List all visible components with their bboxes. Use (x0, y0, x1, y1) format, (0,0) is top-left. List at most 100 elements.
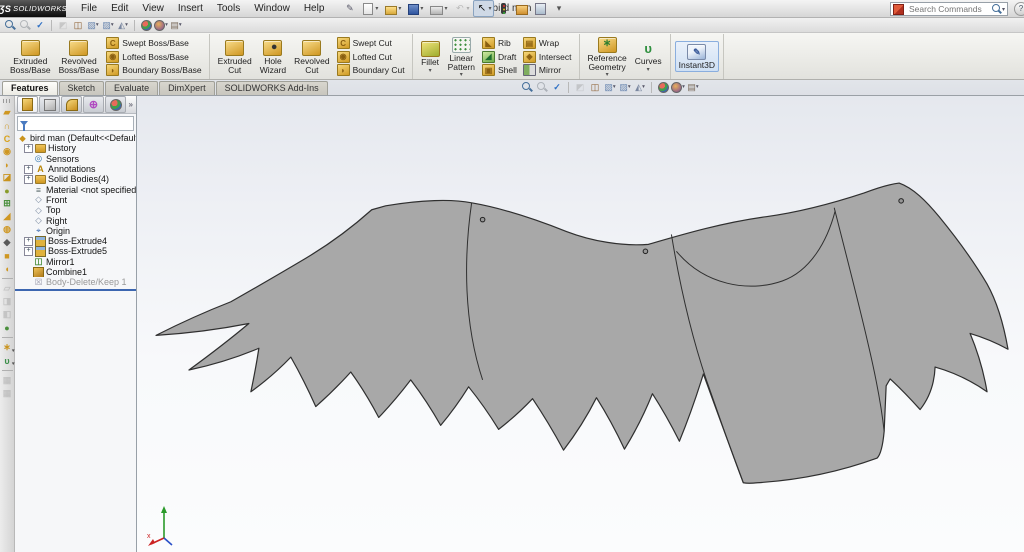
dropdown-caret[interactable]: ▾ (682, 84, 685, 90)
bird-man-silhouette[interactable] (155, 182, 1009, 484)
rollback-bar[interactable] (15, 289, 136, 292)
options-button[interactable] (513, 0, 531, 17)
expand-toggle[interactable]: + (24, 143, 33, 153)
save-button[interactable]: ▾ (405, 0, 426, 17)
search-input[interactable] (907, 3, 992, 15)
tree-item-boss-extrude4[interactable]: + Boss-Extrude4 (15, 235, 136, 247)
linear-pattern-button[interactable]: Linear Pattern ▾ (444, 34, 479, 79)
dropdown-caret[interactable]: ▾ (466, 5, 469, 12)
view-settings-button[interactable]: ▾ (169, 19, 183, 31)
expand-toggle[interactable]: + (24, 236, 33, 246)
tree-item-material-not-specified[interactable]: Material <not specified> (15, 184, 136, 195)
bird-man-model[interactable] (137, 96, 1024, 552)
apply-scene-button[interactable]: ▾ (154, 19, 168, 31)
tree-item-bird-man-default-default-dis[interactable]: bird man (Default<<Default>_Dis (15, 133, 136, 143)
zoom-to-fit-button[interactable] (520, 81, 534, 93)
search-box[interactable]: ▾ (890, 2, 1008, 16)
edit-appearance-button[interactable] (139, 19, 153, 31)
tree-item-combine1[interactable]: Combine1 (15, 266, 136, 278)
dropdown-caret[interactable]: ▾ (420, 5, 423, 12)
section-view-button[interactable] (71, 19, 85, 31)
print-button[interactable]: ▾ (427, 0, 450, 17)
lofted-boss-base-button[interactable]: ◉ Lofted Boss/Base (106, 50, 201, 63)
appearance-button[interactable]: ● (1, 321, 14, 334)
mirror-button[interactable]: Mirror (522, 64, 572, 76)
sketch-picture-2-button[interactable]: ▦ (1, 387, 14, 400)
tree-item-sensors[interactable]: Sensors (15, 154, 136, 164)
dropdown-caret[interactable]: ▾ (488, 5, 491, 12)
draft-button[interactable]: ◢ (1, 210, 14, 223)
zoom-to-area-button[interactable] (535, 81, 549, 93)
tab-evaluate[interactable]: Evaluate (105, 81, 159, 95)
rebuild-button[interactable] (495, 0, 512, 17)
dropdown-caret[interactable]: ▾ (444, 5, 447, 12)
tree-item-body-delete-keep-1[interactable]: Body-Delete/Keep 1 (15, 277, 136, 287)
linear-pattern-button[interactable]: ⊞ (1, 197, 14, 210)
revolved-boss-button[interactable]: ∩ (1, 119, 14, 132)
dropdown-caret[interactable]: ▾ (628, 84, 631, 90)
tree-item-annotations[interactable]: + Annotations (15, 164, 136, 174)
dropdown-caret[interactable]: ▾ (647, 67, 650, 73)
tree-item-mirror1[interactable]: Mirror1 (15, 257, 136, 267)
expand-toggle[interactable]: + (24, 164, 33, 174)
view-orientation-button[interactable]: ▾ (603, 81, 617, 93)
swept-boss-button[interactable]: C (1, 132, 14, 145)
dropdown-caret[interactable]: ▾ (460, 72, 463, 78)
rib-button[interactable]: ◆ (1, 236, 14, 249)
search-dropdown-caret[interactable]: ▾ (1002, 6, 1005, 13)
dropdown-caret[interactable]: ▾ (96, 22, 99, 28)
revolved-cut-button[interactable]: Revolved Cut (290, 37, 333, 76)
extruded-boss-button[interactable]: ▰ (1, 106, 14, 119)
open-file-button[interactable]: ▾ (382, 0, 404, 17)
previous-view-button[interactable] (56, 19, 70, 31)
display-style-button[interactable]: ▾ (618, 81, 632, 93)
shell-button[interactable]: ◍ (1, 223, 14, 236)
dropdown-caret[interactable]: ▾ (12, 361, 15, 367)
shell-button[interactable]: ▣ Shell (481, 64, 517, 76)
zoom-to-area-button[interactable] (18, 19, 32, 31)
curves-button[interactable]: υ Curves ▾ (631, 39, 666, 73)
dropdown-caret[interactable]: ▾ (111, 22, 114, 28)
tree-filter[interactable] (17, 116, 134, 131)
boundary-boss-base-button[interactable]: ◗ Boundary Boss/Base (106, 64, 202, 76)
previous-view-button[interactable] (573, 81, 587, 93)
wrap-button[interactable]: ▤ Wrap (522, 37, 572, 49)
dropdown-caret[interactable]: ▾ (613, 84, 616, 90)
fillet-button[interactable]: Fillet ▾ (417, 38, 444, 74)
menu-help[interactable]: Help (297, 1, 332, 17)
select-button[interactable]: ▾ (473, 0, 495, 17)
featuremanager-tab[interactable] (17, 96, 38, 113)
dimxpertmanager-tab[interactable] (83, 96, 104, 113)
sketch-picture-button[interactable]: ▦ (1, 374, 14, 387)
dropdown-caret[interactable]: ▾ (165, 22, 168, 28)
extruded-boss-base-button[interactable]: Extruded Boss/Base (6, 37, 55, 76)
file-properties-button[interactable] (532, 0, 549, 17)
toolbar-grip[interactable] (2, 99, 12, 103)
dropdown-caret[interactable]: ▾ (398, 5, 401, 12)
hide-show-items-button[interactable]: ▾ (116, 19, 130, 31)
display-style-button[interactable]: ▾ (101, 19, 115, 31)
dropdown-caret[interactable]: ▾ (179, 22, 182, 28)
extruded-cut-button[interactable]: Extruded Cut (214, 37, 256, 76)
menu-view[interactable]: View (135, 1, 171, 17)
hole-wizard-button[interactable]: Hole Wizard (256, 37, 290, 76)
hole-point-3[interactable] (898, 198, 904, 204)
draft-button[interactable]: ◢ Draft (481, 50, 517, 63)
curves-button[interactable]: υ ▾ (1, 354, 15, 368)
reference-geometry-button[interactable]: ∗ Reference Geometry ▾ (584, 34, 631, 79)
section-view-button[interactable] (588, 81, 602, 93)
displaymanager-tab[interactable] (105, 96, 126, 113)
view-orientation-button[interactable]: ▾ (86, 19, 100, 31)
menu-file[interactable]: File (74, 1, 104, 17)
wrap-button[interactable]: ◖ (1, 262, 14, 275)
configurationmanager-tab[interactable] (61, 96, 82, 113)
extruded-cut-button[interactable]: ◪ (1, 171, 14, 184)
menu-insert[interactable]: Insert (171, 1, 210, 17)
tree-item-right[interactable]: Right (15, 215, 136, 226)
tree-item-origin[interactable]: Origin (15, 226, 136, 236)
revolved-boss-base-button[interactable]: Revolved Boss/Base (55, 37, 104, 76)
tree-item-front[interactable]: Front (15, 195, 136, 205)
edit-appearance-button[interactable] (656, 81, 670, 93)
tree-item-top[interactable]: Top (15, 205, 136, 215)
tree-item-boss-extrude5[interactable]: + Boss-Extrude5 (15, 246, 136, 257)
